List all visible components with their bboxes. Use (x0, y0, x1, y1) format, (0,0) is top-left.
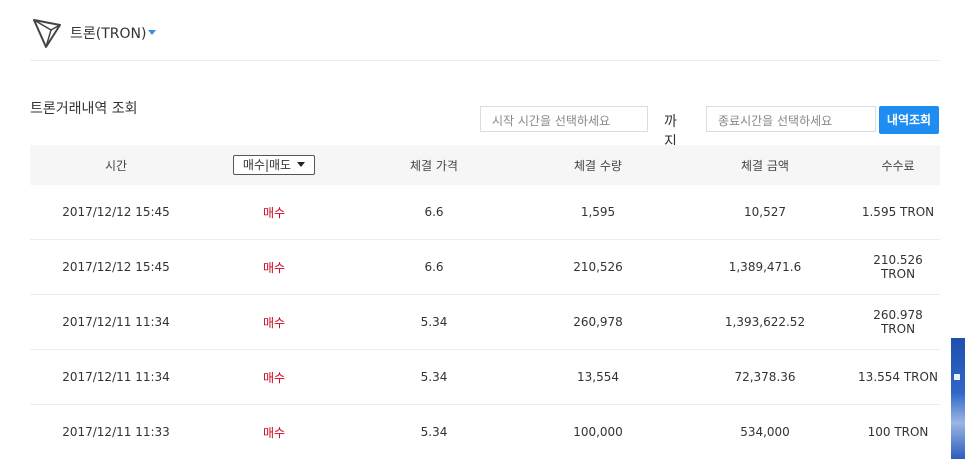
cell-price: 6.6 (346, 185, 522, 240)
cell-time: 2017/12/11 11:34 (30, 294, 202, 350)
cell-time: 2017/12/12 15:45 (30, 185, 202, 240)
cell-quantity: 210,526 (522, 239, 674, 295)
cell-time: 2017/12/12 15:45 (30, 239, 202, 295)
header-type: 매수|매도 (202, 145, 346, 185)
cell-time: 2017/12/11 11:33 (62, 425, 170, 439)
header-time: 시간 (30, 145, 202, 185)
cell-amount: 10,527 (674, 185, 856, 240)
cell-fee: 210.526 TRON (856, 239, 940, 295)
search-history-button[interactable]: 내역조회 (879, 106, 939, 134)
tron-logo-icon (33, 19, 61, 48)
trade-type-select[interactable]: 매수|매도 (232, 155, 316, 175)
cell-side: 매수 (262, 425, 286, 440)
header-quantity: 체결 수량 (522, 145, 674, 185)
cell-amount: 1,393,622.52 (674, 294, 856, 350)
table-row: 2017/12/11 11:34 매수 5.34 13,554 72,378.3… (30, 349, 940, 405)
table-row: 2017/12/11 11:34 매수 5.34 260,978 1,393,6… (30, 294, 940, 350)
start-date-input[interactable]: 시작 시간을 선택하세요 (480, 106, 648, 132)
side-banner-edge (951, 338, 965, 459)
header-fee: 수수료 (856, 145, 940, 185)
banner-mark (954, 374, 960, 380)
caret-down-icon[interactable] (148, 30, 156, 35)
cell-quantity: 100,000 (573, 425, 623, 439)
cell-quantity: 13,554 (522, 349, 674, 405)
caret-down-icon (297, 162, 306, 167)
cell-quantity: 260,978 (522, 294, 674, 350)
coin-header: 트론(TRON) (30, 0, 940, 61)
coin-selector-label[interactable]: 트론(TRON) (70, 23, 146, 43)
cell-quantity: 1,595 (522, 185, 674, 240)
table-row: 2017/12/12 15:45 매수 6.6 1,595 10,527 1.5… (30, 185, 940, 240)
cell-fee: 13.554 TRON (856, 349, 940, 405)
cell-amount: 534,000 (740, 425, 790, 439)
cell-amount: 1,389,471.6 (674, 239, 856, 295)
trade-history-table: 시간 매수|매도 체결 가격 체결 수량 체결 금액 수수료 2017/12/1… (30, 145, 940, 459)
cell-price: 5.34 (346, 294, 522, 350)
cell-price: 5.34 (420, 425, 448, 439)
page-title: 트론거래내역 조회 (30, 101, 138, 117)
cell-time: 2017/12/11 11:34 (30, 349, 202, 405)
cell-side: 매수 (202, 239, 346, 295)
cell-fee: 260.978 TRON (856, 294, 940, 350)
cell-price: 5.34 (346, 349, 522, 405)
table-header-row: 시간 매수|매도 체결 가격 체결 수량 체결 금액 수수료 (30, 145, 940, 185)
cell-side: 매수 (202, 185, 346, 240)
cell-fee: 100 TRON (867, 425, 929, 439)
header-amount: 체결 금액 (674, 145, 856, 185)
table-row: 2017/12/11 11:33 매수 5.34 100,000 534,000… (30, 405, 940, 459)
table-row: 2017/12/12 15:45 매수 6.6 210,526 1,389,47… (30, 239, 940, 295)
end-date-input[interactable]: 종료시간을 선택하세요 (706, 106, 876, 132)
cell-amount: 72,378.36 (674, 349, 856, 405)
trade-type-select-label: 매수|매도 (242, 158, 292, 172)
cell-side: 매수 (202, 349, 346, 405)
cell-side: 매수 (202, 294, 346, 350)
header-price: 체결 가격 (346, 145, 522, 185)
cell-price: 6.6 (346, 239, 522, 295)
cell-fee: 1.595 TRON (856, 185, 940, 240)
